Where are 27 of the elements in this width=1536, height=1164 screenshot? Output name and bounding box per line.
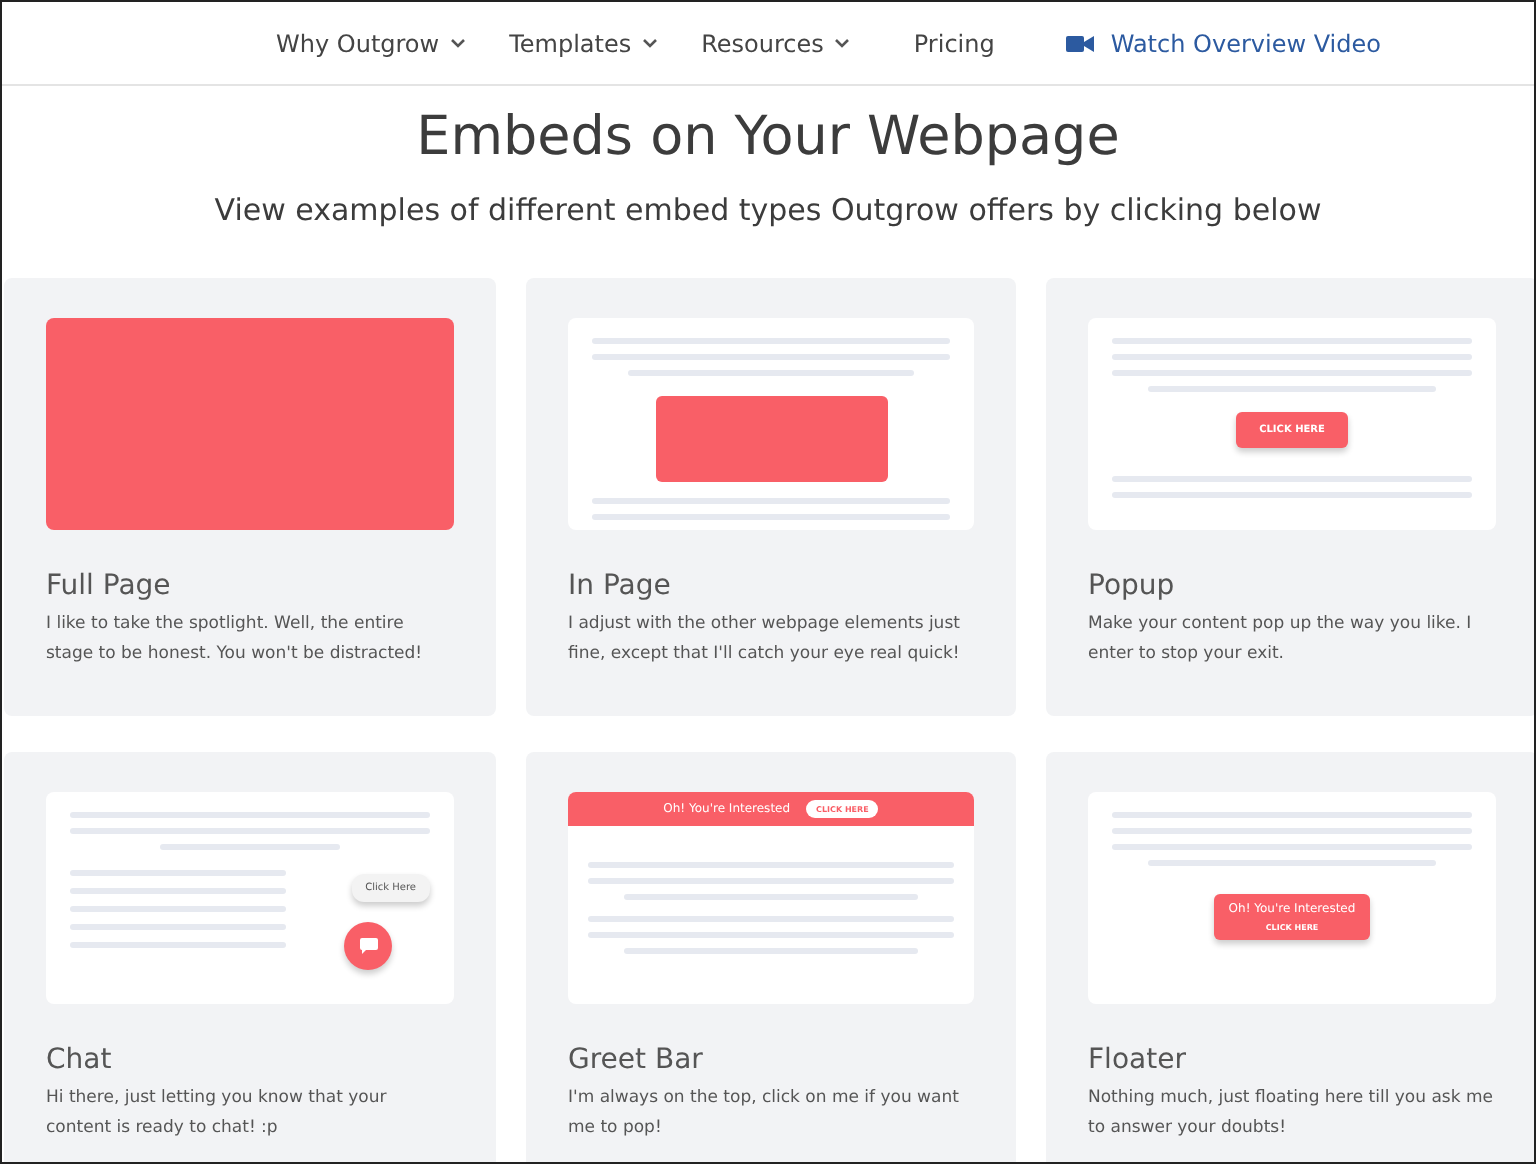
video-camera-icon xyxy=(1066,33,1095,53)
nav-link[interactable]: Pricing xyxy=(913,29,995,57)
card-description: Hi there, just letting you know that your content is ready to chat! :p xyxy=(46,1086,389,1142)
chevron-down-icon xyxy=(641,38,658,48)
card-title: Popup xyxy=(1088,568,1177,604)
card-title: Floater xyxy=(1088,1042,1188,1078)
card-description: I'm always on the top, click on me if you want me to pop! xyxy=(568,1086,961,1142)
card-description: I adjust with the other webpage elements just fine, except that I'll catch your eye real quick! xyxy=(568,612,962,668)
card-title: Full Page xyxy=(46,568,173,604)
card-title: In Page xyxy=(568,568,673,604)
nav-link[interactable]: Why Outgrow xyxy=(276,29,466,57)
chat-launcher-button[interactable] xyxy=(344,922,392,970)
nav-link[interactable]: Resources xyxy=(701,29,850,57)
page-subheading: View examples of different embed types Outgrow offers by clicking below xyxy=(212,190,1324,230)
chevron-down-icon xyxy=(449,38,466,48)
video-link[interactable]: Watch Overview Video xyxy=(1066,29,1381,57)
card-description: Nothing much, just floating here till you ask me to answer your doubts! xyxy=(1088,1086,1495,1142)
embed-card[interactable]: In Page I adjust with the other webpage elements just fine, except that I'll catch your eye real quick! xyxy=(526,278,1016,716)
card-description: Make your content pop up the way you like. I enter to stop your exit. xyxy=(1088,612,1474,668)
embed-card[interactable]: Full Page I like to take the spotlight. Well, the entire stage to be honest. You won't be distracted! xyxy=(4,278,496,716)
card-title: Greet Bar xyxy=(568,1042,705,1078)
nav-link[interactable]: Templates xyxy=(509,29,658,57)
page-heading: Embeds on Your Webpage xyxy=(414,106,1122,170)
chat-bubble-icon xyxy=(359,938,377,954)
card-description: I like to take the spotlight. Well, the entire stage to be honest. You won't be distracted! xyxy=(46,612,425,668)
chevron-down-icon xyxy=(833,38,850,48)
card-title: Chat xyxy=(46,1042,114,1078)
